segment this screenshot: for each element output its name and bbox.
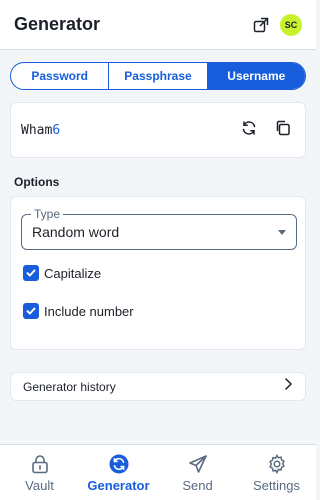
page-title: Generator [14, 14, 101, 34]
capitalize-checkbox[interactable] [23, 265, 39, 281]
refresh-icon [241, 120, 257, 141]
options-heading: Options [14, 175, 60, 189]
tab-username[interactable]: Username [207, 63, 305, 89]
caret-down-icon [278, 229, 286, 235]
tab-password[interactable]: Password [11, 63, 110, 89]
capitalize-option[interactable]: Capitalize [23, 265, 101, 281]
generated-output-card: Wham6 [10, 102, 306, 158]
include-number-option[interactable]: Include number [23, 303, 134, 319]
nav-vault[interactable]: Vault [0, 445, 79, 500]
generated-value: Wham6 [21, 123, 227, 138]
type-label: Type [31, 207, 64, 221]
gear-icon [266, 453, 288, 475]
tab-passphrase[interactable]: Passphrase [109, 63, 208, 89]
generated-value-digit: 6 [52, 122, 61, 138]
include-number-checkbox[interactable] [23, 303, 39, 319]
options-card: Type Random word Capitalize Include numb… [10, 196, 306, 350]
lock-icon [29, 453, 51, 475]
popout-icon[interactable] [252, 16, 270, 34]
copy-button[interactable] [271, 118, 295, 142]
generator-history-link[interactable]: Generator history [10, 372, 306, 401]
header: Generator SC [0, 0, 316, 50]
capitalize-label: Capitalize [44, 265, 102, 281]
bottom-nav: Vault Generator Send Settings [0, 444, 316, 500]
send-icon [187, 453, 209, 475]
nav-settings-label: Settings [253, 477, 300, 493]
copy-icon [275, 120, 291, 141]
nav-generator-label: Generator [87, 477, 150, 493]
generator-type-tabs: Password Passphrase Username [10, 62, 306, 90]
chevron-right-icon [283, 377, 293, 396]
include-number-label: Include number [44, 303, 134, 319]
nav-send-label: Send [182, 477, 213, 493]
type-value: Random word [32, 224, 120, 240]
type-select[interactable]: Type Random word [21, 207, 297, 250]
generator-icon [108, 453, 130, 475]
nav-generator[interactable]: Generator [79, 445, 158, 500]
generated-value-text: Wham [21, 122, 53, 138]
nav-settings[interactable]: Settings [237, 445, 316, 500]
avatar[interactable]: SC [280, 13, 302, 36]
regenerate-button[interactable] [237, 118, 261, 142]
generator-history-label: Generator history [23, 379, 116, 394]
nav-send[interactable]: Send [158, 445, 237, 500]
nav-vault-label: Vault [25, 477, 54, 493]
